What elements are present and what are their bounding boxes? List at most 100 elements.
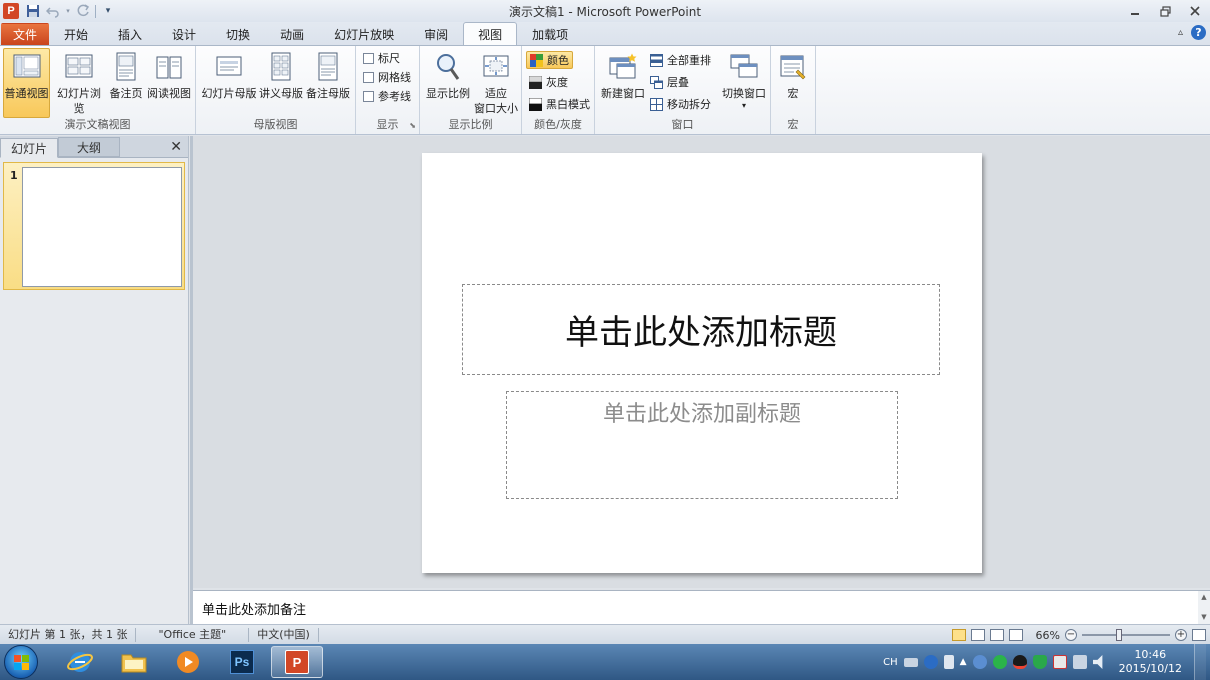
cascade-button[interactable]: 层叠 xyxy=(650,73,689,91)
plus-tray-icon[interactable] xyxy=(992,655,1007,669)
zoom-slider[interactable] xyxy=(1082,629,1170,641)
undo-dropdown-icon[interactable]: ▾ xyxy=(65,3,71,19)
zoom-out-button[interactable]: − xyxy=(1065,629,1077,641)
taskbar-media-player[interactable] xyxy=(162,646,214,678)
slide-sorter-button[interactable]: 幻灯片浏览 xyxy=(52,48,106,118)
reading-view-icon xyxy=(154,52,184,82)
new-window-button[interactable]: 新建窗口 xyxy=(598,48,648,118)
slide-sorter-status-icon[interactable] xyxy=(970,629,985,641)
tab-design[interactable]: 设计 xyxy=(157,23,211,45)
restore-button[interactable] xyxy=(1150,0,1180,22)
taskbar-powerpoint[interactable]: P xyxy=(271,646,323,678)
fit-slide-status-icon[interactable] xyxy=(1192,629,1206,641)
network-icon[interactable] xyxy=(1072,655,1087,669)
guides-checkbox[interactable] xyxy=(363,90,374,102)
scroll-up-icon[interactable]: ▲ xyxy=(1198,593,1210,601)
switch-windows-button[interactable]: 切换窗口 ▾ xyxy=(719,48,769,118)
tab-view[interactable]: 视图 xyxy=(463,22,518,45)
slide-canvas[interactable]: 单击此处添加标题 单击此处添加副标题 xyxy=(422,153,982,573)
slide-master-label: 幻灯片母版 xyxy=(201,87,257,100)
minimize-button[interactable] xyxy=(1120,0,1150,22)
qq-tray-icon[interactable] xyxy=(1012,655,1027,669)
undo-icon[interactable] xyxy=(45,3,61,19)
save-icon[interactable] xyxy=(25,3,41,19)
slide-thumbnail[interactable] xyxy=(22,167,182,287)
taskbar-photoshop[interactable]: Ps xyxy=(216,646,268,678)
tab-file[interactable]: 文件 xyxy=(1,23,49,45)
tab-slideshow[interactable]: 幻灯片放映 xyxy=(319,23,409,45)
normal-view-button[interactable]: 普通视图 xyxy=(3,48,50,118)
tab-animations[interactable]: 动画 xyxy=(265,23,319,45)
powerpoint-icon[interactable]: P xyxy=(3,3,19,19)
notes-page-button[interactable]: 备注页 xyxy=(107,48,145,118)
user-tray-icon[interactable] xyxy=(972,655,987,669)
color-button[interactable]: 颜色 xyxy=(526,51,573,69)
tab-review[interactable]: 审阅 xyxy=(409,23,463,45)
help-tray-icon[interactable] xyxy=(923,655,938,669)
input-language[interactable]: CH xyxy=(883,657,898,668)
theme-status[interactable]: "Office 主题" xyxy=(136,627,250,642)
settings-tray-icon[interactable] xyxy=(943,655,954,669)
reading-view-status-icon[interactable] xyxy=(989,629,1004,641)
clock[interactable]: 10:46 2015/10/12 xyxy=(1113,648,1188,676)
taskbar-explorer[interactable] xyxy=(108,646,160,678)
slide-thumbnail-selected[interactable]: 1 xyxy=(3,162,185,290)
zoom-button[interactable]: 显示比例 xyxy=(424,48,472,118)
slide-master-button[interactable]: 幻灯片母版 xyxy=(200,48,258,118)
zoom-percent[interactable]: 66% xyxy=(1036,629,1060,642)
flag-tray-icon[interactable] xyxy=(1052,655,1067,669)
clock-date: 2015/10/12 xyxy=(1118,662,1182,675)
title-placeholder[interactable]: 单击此处添加标题 xyxy=(462,284,940,375)
grayscale-button[interactable]: 灰度 xyxy=(529,73,568,91)
macros-button[interactable]: 宏 xyxy=(775,48,811,118)
handout-master-icon xyxy=(266,52,296,82)
gridlines-checkbox-row[interactable]: 网格线 xyxy=(363,68,411,86)
start-button[interactable] xyxy=(4,645,38,679)
zoom-slider-thumb[interactable] xyxy=(1116,629,1122,641)
notes-placeholder[interactable]: 单击此处添加备注 xyxy=(202,599,306,618)
volume-icon[interactable] xyxy=(1092,655,1103,669)
cascade-label: 层叠 xyxy=(667,76,689,89)
normal-view-status-icon[interactable] xyxy=(951,629,966,641)
redo-icon[interactable] xyxy=(75,3,91,19)
notes-scrollbar[interactable]: ▲ ▼ xyxy=(1198,591,1210,625)
handout-master-button[interactable]: 讲义母版 xyxy=(258,48,304,118)
tab-outline[interactable]: 大纲 xyxy=(58,137,121,157)
slide-sorter-label: 幻灯片浏览 xyxy=(57,87,101,115)
ruler-checkbox-row[interactable]: 标尺 xyxy=(363,49,400,67)
scroll-down-icon[interactable]: ▼ xyxy=(1198,613,1210,621)
tab-slides[interactable]: 幻灯片 xyxy=(0,138,59,158)
minimize-ribbon-icon[interactable]: ▵ xyxy=(1178,27,1183,38)
customize-qat-icon[interactable]: ▾ xyxy=(100,3,116,19)
notes-master-button[interactable]: 备注母版 xyxy=(304,48,352,118)
black-white-button[interactable]: 黑白模式 xyxy=(529,95,590,113)
fit-to-window-button[interactable]: 适应 窗口大小 xyxy=(472,48,520,118)
group-label-color: 颜色/灰度 xyxy=(534,118,582,131)
language-status[interactable]: 中文(中国) xyxy=(249,627,319,642)
security-shield-icon[interactable] xyxy=(1032,655,1047,669)
color-label: 颜色 xyxy=(547,54,569,67)
slideshow-status-icon[interactable] xyxy=(1008,629,1023,641)
keyboard-icon[interactable] xyxy=(903,657,918,667)
taskbar-ie[interactable] xyxy=(54,646,106,678)
zoom-in-button[interactable]: + xyxy=(1175,629,1187,641)
close-button[interactable] xyxy=(1180,0,1210,22)
close-pane-icon[interactable]: ✕ xyxy=(170,139,182,155)
notes-pane[interactable]: 单击此处添加备注 ▲ ▼ xyxy=(193,590,1210,625)
arrange-all-button[interactable]: 全部重排 xyxy=(650,51,711,69)
tab-insert[interactable]: 插入 xyxy=(103,23,157,45)
tab-transitions[interactable]: 切换 xyxy=(211,23,265,45)
arrange-all-icon xyxy=(650,53,663,67)
help-icon[interactable]: ? xyxy=(1191,25,1206,40)
gridlines-checkbox[interactable] xyxy=(363,71,374,83)
ruler-checkbox[interactable] xyxy=(363,52,374,64)
show-dialog-launcher-icon[interactable]: ⬊ xyxy=(409,121,416,130)
subtitle-placeholder[interactable]: 单击此处添加副标题 xyxy=(506,391,898,499)
show-desktop-button[interactable] xyxy=(1194,644,1206,680)
reading-view-button[interactable]: 阅读视图 xyxy=(146,48,192,118)
show-hidden-icons-icon[interactable]: ▲ xyxy=(960,657,967,667)
guides-checkbox-row[interactable]: 参考线 xyxy=(363,87,411,105)
tab-addins[interactable]: 加载项 xyxy=(517,23,583,45)
tab-home[interactable]: 开始 xyxy=(49,23,103,45)
move-split-button[interactable]: 移动拆分 xyxy=(650,95,711,113)
